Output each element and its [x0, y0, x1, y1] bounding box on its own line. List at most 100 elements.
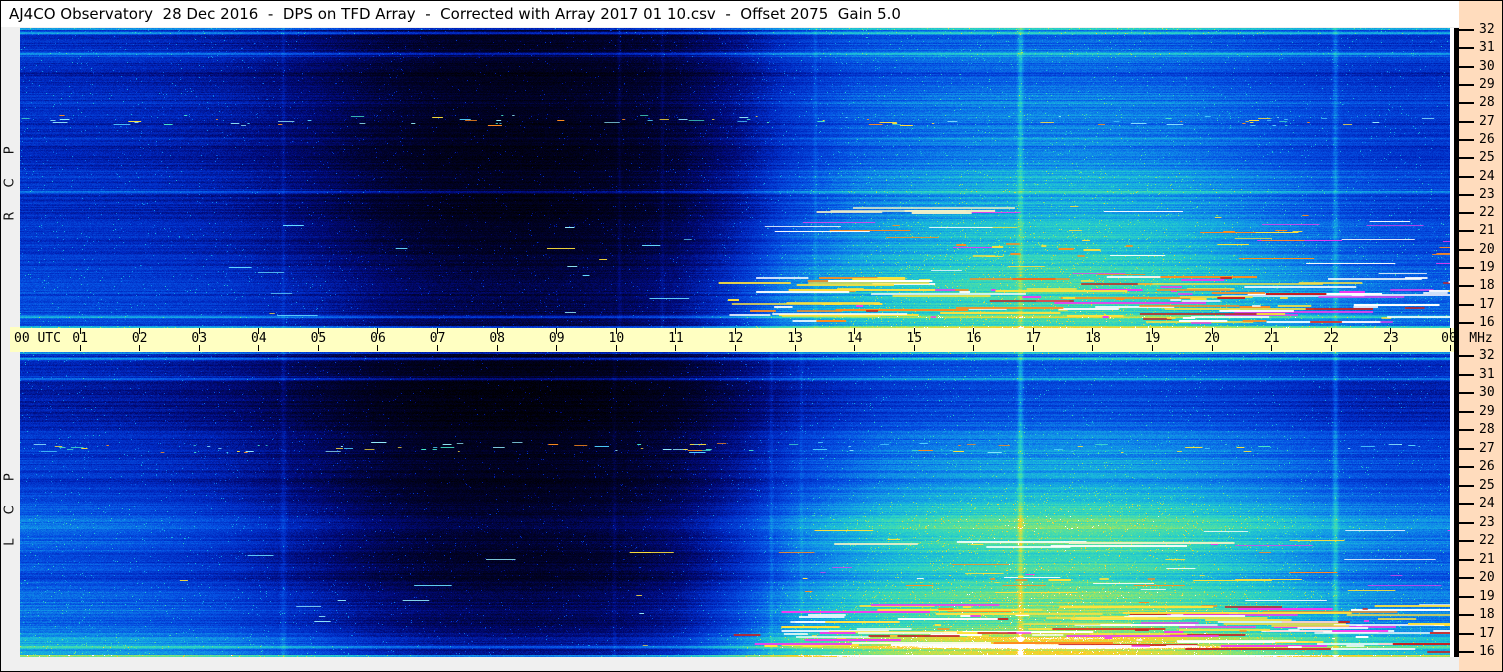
- freq-label: 26: [1479, 132, 1495, 147]
- hour-label: 06: [361, 331, 395, 346]
- freq-tick: [1459, 304, 1474, 306]
- freq-tick: [1459, 503, 1474, 505]
- freq-tick: [1459, 212, 1474, 214]
- freq-label: 24: [1479, 496, 1495, 511]
- freq-label: 26: [1479, 459, 1495, 474]
- freq-tick: [1459, 121, 1474, 123]
- time-axis-start-label: 00 UTC: [14, 331, 61, 346]
- freq-label: 18: [1479, 607, 1495, 622]
- hour-label: 08: [480, 331, 514, 346]
- freq-label: 20: [1479, 242, 1495, 257]
- freq-tick: [1459, 157, 1474, 159]
- hour-label: 16: [957, 331, 991, 346]
- title-bar: AJ4CO Observatory 28 Dec 2016 - DPS on T…: [1, 1, 1459, 27]
- freq-tick: [1459, 29, 1474, 31]
- hour-label: 09: [540, 331, 574, 346]
- hour-label: 11: [659, 331, 693, 346]
- lcp-spectrogram-canvas: [20, 352, 1450, 657]
- freq-label: 19: [1479, 589, 1495, 604]
- freq-tick: [1459, 194, 1474, 196]
- freq-label: 21: [1479, 552, 1495, 567]
- freq-label: 27: [1479, 441, 1495, 456]
- freq-tick: [1459, 230, 1474, 232]
- hour-label: 20: [1195, 331, 1229, 346]
- hour-label: 01: [63, 331, 97, 346]
- hour-label: 21: [1255, 331, 1289, 346]
- hour-label: 13: [778, 331, 812, 346]
- freq-tick: [1459, 485, 1474, 487]
- freq-label: 22: [1479, 205, 1495, 220]
- hour-label: 10: [599, 331, 633, 346]
- rcp-polarization-label: R C P: [3, 136, 18, 220]
- freq-label: 28: [1479, 422, 1495, 437]
- hour-label: 07: [421, 331, 455, 346]
- freq-label: 16: [1479, 315, 1495, 330]
- freq-tick: [1459, 285, 1474, 287]
- freq-tick: [1459, 84, 1474, 86]
- freq-tick: [1459, 47, 1474, 49]
- freq-label: 20: [1479, 570, 1495, 585]
- freq-label: 18: [1479, 278, 1495, 293]
- freq-label: 17: [1479, 626, 1495, 641]
- freq-label: 30: [1479, 385, 1495, 400]
- freq-label: 29: [1479, 77, 1495, 92]
- freq-tick: [1459, 355, 1474, 357]
- freq-label: 16: [1479, 644, 1495, 659]
- hour-tick: [1450, 328, 1451, 334]
- freq-tick: [1459, 249, 1474, 251]
- freq-label: 27: [1479, 114, 1495, 129]
- hour-label: 18: [1076, 331, 1110, 346]
- app-frame: AJ4CO Observatory 28 Dec 2016 - DPS on T…: [0, 0, 1503, 672]
- freq-label: 19: [1479, 260, 1495, 275]
- freq-tick: [1459, 267, 1474, 269]
- freq-tick: [1459, 651, 1474, 653]
- hour-label: 04: [242, 331, 276, 346]
- freq-tick: [1459, 176, 1474, 178]
- hour-label: 15: [897, 331, 931, 346]
- lcp-label-box: L C P: [2, 352, 19, 657]
- freq-label: 22: [1479, 533, 1495, 548]
- freq-tick: [1459, 522, 1474, 524]
- page-title: AJ4CO Observatory 28 Dec 2016 - DPS on T…: [9, 5, 901, 23]
- hour-label: 05: [301, 331, 335, 346]
- lcp-polarization-label: L C P: [3, 463, 18, 545]
- freq-label: 32: [1479, 348, 1495, 363]
- freq-tick: [1459, 66, 1474, 68]
- freq-label: 30: [1479, 59, 1495, 74]
- freq-tick: [1459, 411, 1474, 413]
- freq-label: 21: [1479, 223, 1495, 238]
- freq-label: 23: [1479, 187, 1495, 202]
- hour-label: 23: [1374, 331, 1408, 346]
- hour-label: 19: [1136, 331, 1170, 346]
- freq-tick: [1459, 577, 1474, 579]
- freq-label: 24: [1479, 169, 1495, 184]
- hour-tick: [1450, 345, 1451, 351]
- freq-label: 25: [1479, 478, 1495, 493]
- freq-label: 25: [1479, 150, 1495, 165]
- freq-label: 17: [1479, 297, 1495, 312]
- freq-label: 31: [1479, 367, 1495, 382]
- freq-unit-label: MHz: [1460, 331, 1502, 346]
- freq-tick: [1459, 429, 1474, 431]
- freq-tick: [1459, 102, 1474, 104]
- freq-tick: [1459, 559, 1474, 561]
- freq-tick: [1459, 596, 1474, 598]
- hour-label: 17: [1016, 331, 1050, 346]
- freq-tick: [1459, 466, 1474, 468]
- freq-tick: [1459, 392, 1474, 394]
- hour-label: 12: [718, 331, 752, 346]
- freq-label: 23: [1479, 515, 1495, 530]
- freq-tick: [1459, 448, 1474, 450]
- rcp-label-box: R C P: [2, 28, 19, 328]
- freq-tick: [1459, 633, 1474, 635]
- freq-tick: [1459, 374, 1474, 376]
- freq-label: 28: [1479, 95, 1495, 110]
- hour-label: 22: [1314, 331, 1348, 346]
- hour-label: 03: [182, 331, 216, 346]
- freq-label: 32: [1479, 22, 1495, 37]
- freq-label: 29: [1479, 404, 1495, 419]
- rcp-spectrogram-canvas: [20, 28, 1450, 328]
- hour-label: 02: [123, 331, 157, 346]
- freq-tick: [1459, 540, 1474, 542]
- freq-label: 31: [1479, 40, 1495, 55]
